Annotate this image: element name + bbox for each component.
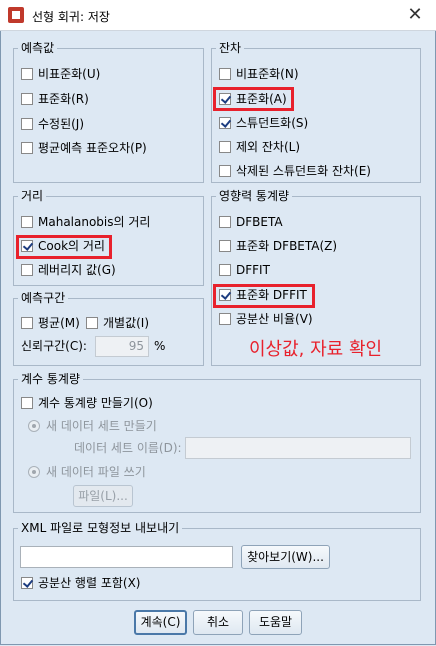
new-dataset-radio[interactable]: 새 데이터 세트 만들기	[28, 416, 157, 436]
checkbox-box[interactable]	[21, 92, 33, 105]
influence-legend: 영향력 통계량	[219, 189, 290, 203]
checkbox-box[interactable]	[219, 312, 231, 325]
checkbox-box[interactable]	[219, 263, 231, 276]
residual-deleted-checkbox[interactable]: 제외 잔차(L)	[219, 137, 300, 157]
pi-individual-checkbox[interactable]: 개별값(I)	[86, 313, 149, 333]
checkbox-box[interactable]	[21, 141, 33, 154]
checkbox-box[interactable]	[219, 67, 231, 80]
predicted-values-legend: 예측값	[21, 41, 55, 55]
residual-studentized-checkbox[interactable]: 스튜던트화(S)	[219, 113, 308, 133]
cancel-button[interactable]: 취소	[193, 610, 243, 635]
window-title: 선형 회귀: 저장	[32, 10, 110, 24]
pi-mean-checkbox[interactable]: 평균(M)	[21, 313, 80, 333]
distances-legend: 거리	[21, 189, 44, 203]
close-button[interactable]: ✕	[404, 4, 426, 26]
checkbox-box[interactable]	[21, 263, 33, 276]
annotation-text: 이상값, 자료 확인	[249, 339, 383, 360]
dfbeta-checkbox[interactable]: DFBETA	[219, 212, 283, 232]
dataset-name-input[interactable]	[185, 437, 411, 459]
mahalanobis-checkbox[interactable]: Mahalanobis의 거리	[21, 212, 150, 232]
continue-button[interactable]: 계속(C)	[134, 610, 187, 635]
residual-deleted-studentized-checkbox[interactable]: 삭제된 스튜던트화 잔차(E)	[219, 161, 371, 181]
help-button[interactable]: 도움말	[249, 610, 302, 635]
checkbox-box[interactable]	[219, 239, 231, 252]
prediction-interval-legend: 예측구간	[21, 291, 66, 305]
radio-button[interactable]	[28, 419, 40, 432]
xml-path-input[interactable]	[20, 546, 233, 568]
app-icon	[8, 7, 24, 23]
create-coef-stats-checkbox[interactable]: 계수 통계량 만들기(O)	[21, 393, 153, 413]
checkbox-box[interactable]	[86, 316, 98, 329]
std-dffit-highlight	[213, 284, 315, 308]
leverage-checkbox[interactable]: 레버리지 값(G)	[21, 260, 116, 280]
checkbox-checked[interactable]	[219, 116, 231, 129]
checkbox-box[interactable]	[219, 164, 231, 177]
residual-standardized-highlight	[213, 87, 294, 111]
predicted-unstandardized-checkbox[interactable]: 비표준화(U)	[21, 64, 100, 84]
include-covariance-checkbox[interactable]: 공분산 행렬 포함(X)	[21, 573, 141, 593]
covratio-checkbox[interactable]: 공분산 비율(V)	[219, 309, 313, 329]
dataset-name-label: 데이터 세트 이름(D):	[74, 441, 182, 455]
new-datafile-radio[interactable]: 새 데이터 파일 쓰기	[28, 462, 146, 482]
checkbox-box[interactable]	[21, 117, 33, 130]
predicted-values-group: 예측값	[13, 41, 204, 183]
xml-export-legend: XML 파일로 모형정보 내보내기	[21, 521, 180, 535]
checkbox-box[interactable]	[219, 215, 231, 228]
browse-button[interactable]: 찾아보기(W)...	[241, 545, 330, 569]
percent-label: %	[154, 339, 166, 353]
cooks-distance-highlight	[16, 235, 112, 259]
predicted-se-checkbox[interactable]: 평균예측 표준오차(P)	[21, 138, 147, 158]
residual-unstandardized-checkbox[interactable]: 비표준화(N)	[219, 64, 299, 84]
checkbox-box[interactable]	[21, 67, 33, 80]
coefficient-statistics-legend: 계수 통계량	[21, 372, 81, 386]
predicted-standardized-checkbox[interactable]: 표준화(R)	[21, 89, 89, 109]
std-dfbeta-checkbox[interactable]: 표준화 DFBETA(Z)	[219, 236, 337, 256]
file-button[interactable]: 파일(L)...	[73, 485, 133, 507]
confidence-interval-label: 신뢰구간(C):	[21, 339, 87, 353]
checkbox-box[interactable]	[21, 316, 33, 329]
checkbox-box[interactable]	[21, 215, 33, 228]
checkbox-box[interactable]	[219, 140, 231, 153]
predicted-adjusted-checkbox[interactable]: 수정된(J)	[21, 114, 84, 134]
residuals-legend: 잔차	[219, 41, 242, 55]
dffit-checkbox[interactable]: DFFIT	[219, 260, 270, 280]
radio-button[interactable]	[28, 465, 40, 478]
checkbox-checked[interactable]	[21, 576, 33, 589]
title-bar: 선형 회귀: 저장 ✕	[0, 0, 436, 31]
confidence-interval-field[interactable]: 95	[95, 336, 149, 357]
checkbox-box[interactable]	[21, 396, 33, 409]
